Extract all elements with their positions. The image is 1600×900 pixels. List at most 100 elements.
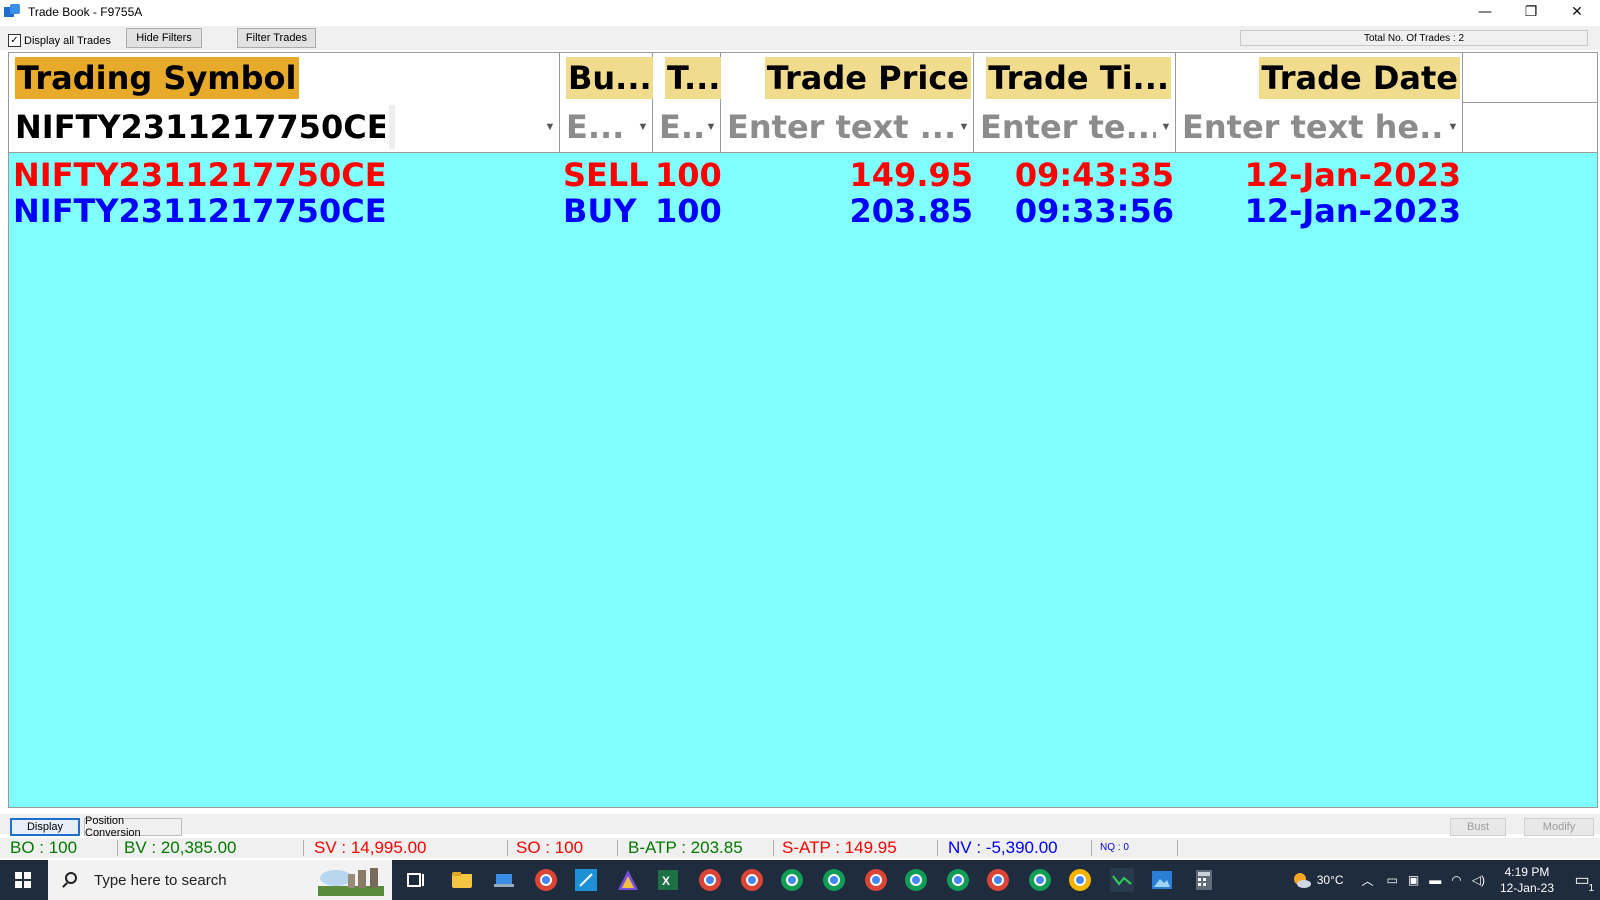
filter-placeholder[interactable]: Enter text he... (1182, 105, 1444, 149)
svg-text:X: X (662, 874, 670, 888)
col-header-trading-symbol[interactable]: Trading Symbol (9, 53, 560, 103)
photos-icon[interactable] (1150, 868, 1174, 892)
windows-logo-icon (15, 872, 31, 888)
search-icon (62, 872, 78, 888)
cell-side: BUY (563, 192, 637, 230)
tab-position-conversion[interactable]: Position Conversion (84, 815, 182, 839)
remote-desktop-icon[interactable] (574, 868, 598, 892)
clock-date: 12-Jan-23 (1499, 881, 1554, 895)
excel-icon[interactable]: X (656, 868, 680, 892)
chat-bubble-icon: ▭ (1574, 872, 1590, 889)
filter-funnel-icon[interactable]: ▼ (634, 105, 652, 149)
chrome-icon[interactable] (534, 868, 558, 892)
filter-trading-symbol[interactable]: NIFTY2311217750CE ▼ (9, 103, 560, 152)
total-trades-count: Total No. Of Trades : 2 (1240, 30, 1588, 46)
trading-terminal-icon[interactable] (1110, 868, 1134, 892)
filter-placeholder[interactable]: E.. (659, 105, 703, 149)
tab-display[interactable]: Display (10, 818, 80, 836)
system-tray: 30°C ︿ ▭ ▣ ▬ ◠ ◁) 4:19 PM 12-Jan-23 ▭ 1 (1291, 860, 1600, 900)
meet-now-icon[interactable]: ▭ (1387, 873, 1398, 887)
filter-funnel-icon[interactable]: ▼ (541, 105, 559, 149)
col-header-trade-price[interactable]: Trade Price (721, 53, 974, 103)
file-explorer-icon[interactable] (450, 868, 474, 892)
header-label: T... (665, 57, 723, 99)
chrome-profile-icon[interactable] (904, 868, 928, 892)
header-row: Trading Symbol Bu... T... Trade Price Tr… (9, 53, 1597, 103)
filter-gap (389, 105, 395, 149)
status-nv: NV : -5,390.00 (946, 839, 1092, 856)
task-view-icon[interactable] (404, 868, 428, 892)
cell-date: 12-Jan-2023 (1244, 156, 1461, 194)
filter-trade-price[interactable]: Enter text ... ▼ (721, 103, 974, 152)
bust-button[interactable]: Bust (1450, 818, 1506, 836)
filter-placeholder[interactable]: Enter te... (980, 105, 1156, 149)
laptop-app-icon[interactable] (492, 868, 516, 892)
bottom-tabs: Display Position Conversion Bust Modify (0, 814, 1600, 839)
calculator-icon[interactable] (1192, 868, 1216, 892)
temperature: 30°C (1316, 873, 1344, 887)
chrome-profile-icon[interactable] (946, 868, 970, 892)
header-label: Bu... (566, 57, 654, 99)
chrome-profile-a-icon[interactable] (740, 868, 764, 892)
clock-time: 4:19 PM (1504, 865, 1550, 879)
filter-trade-time[interactable]: Enter te... ▼ (974, 103, 1176, 152)
status-sv: SV : 14,995.00 (312, 839, 508, 856)
weather-icon[interactable] (1291, 869, 1313, 891)
speaker-icon[interactable]: ◁) (1472, 873, 1485, 887)
search-placeholder: Type here to search (94, 871, 227, 889)
chrome-profile-l-icon[interactable] (698, 868, 722, 892)
col-header-trade-time[interactable]: Trade Ti... (974, 53, 1176, 103)
cell-qty: 100 (655, 192, 722, 230)
chrome-profile-d-icon[interactable] (780, 868, 804, 892)
minimize-button[interactable]: — (1462, 0, 1508, 24)
display-all-trades-checkbox[interactable]: ✓ Display all Trades (8, 34, 111, 47)
col-header-buy-sell[interactable]: Bu... (560, 53, 654, 103)
filter-trade-date[interactable]: Enter text he... ▼ (1176, 103, 1463, 152)
taskbar-search-box[interactable]: Type here to search (48, 860, 392, 900)
restore-button[interactable]: ❐ (1508, 0, 1554, 24)
filter-funnel-icon[interactable]: ▼ (1444, 105, 1462, 149)
wifi-icon[interactable]: ◠ (1451, 873, 1461, 887)
chrome-profile-icon[interactable] (822, 868, 846, 892)
cell-symbol: NIFTY2311217750CE (13, 156, 387, 194)
hide-filters-button[interactable]: Hide Filters (126, 28, 202, 48)
notification-center-icon[interactable]: ▭ 1 (1564, 860, 1600, 900)
display-icon[interactable]: ▣ (1408, 873, 1419, 887)
col-header-trade-date[interactable]: Trade Date (1176, 53, 1463, 103)
window-title: Trade Book - F9755A (28, 5, 143, 19)
cell-time: 09:43:35 (1014, 156, 1174, 194)
chrome-profile-n-icon[interactable] (864, 868, 888, 892)
battery-icon[interactable]: ▬ (1429, 873, 1441, 887)
search-highlight-art-icon (318, 868, 384, 896)
filter-trade-qty[interactable]: E.. ▼ (653, 103, 721, 152)
filter-value[interactable]: NIFTY2311217750CE (15, 105, 385, 149)
header-label: Trade Price (764, 57, 971, 99)
col-header-trade-qty[interactable]: T... (653, 53, 723, 103)
table-row[interactable]: NIFTY2311217750CE SELL 100 149.95 09:43:… (9, 156, 1597, 194)
header-label: Trading Symbol (15, 57, 299, 99)
filter-placeholder[interactable]: Enter text ... (727, 105, 953, 149)
checkmark-icon: ✓ (8, 34, 21, 47)
filter-funnel-icon[interactable]: ▼ (1157, 105, 1175, 149)
filter-trades-button[interactable]: Filter Trades (237, 28, 316, 48)
status-b-atp: B-ATP : 203.85 (626, 839, 774, 856)
table-row[interactable]: NIFTY2311217750CE BUY 100 203.85 09:33:5… (9, 192, 1597, 230)
start-button[interactable] (0, 860, 46, 900)
filter-placeholder[interactable]: E... (566, 105, 626, 149)
header-label: Trade Ti... (986, 57, 1171, 99)
status-nq: NQ : 0 (1098, 840, 1178, 856)
filter-funnel-icon[interactable]: ▼ (702, 105, 720, 149)
taskbar-clock[interactable]: 4:19 PM 12-Jan-23 (1500, 864, 1554, 896)
chevron-up-icon[interactable]: ︿ (1362, 872, 1374, 889)
cell-price: 203.85 (849, 192, 973, 230)
status-bo: BO : 100 (8, 839, 118, 856)
chrome-profile-s-icon[interactable] (986, 868, 1010, 892)
status-bar: BO : 100 BV : 20,385.00 SV : 14,995.00 S… (0, 838, 1600, 858)
chrome-profile-icon[interactable] (1068, 868, 1092, 892)
modify-button[interactable]: Modify (1524, 818, 1594, 836)
filter-buy-sell[interactable]: E... ▼ (560, 103, 653, 152)
close-button[interactable]: ✕ (1554, 0, 1600, 24)
triangle-app-icon[interactable] (616, 868, 640, 892)
filter-funnel-icon[interactable]: ▼ (955, 105, 973, 149)
chrome-profile-icon[interactable] (1028, 868, 1052, 892)
